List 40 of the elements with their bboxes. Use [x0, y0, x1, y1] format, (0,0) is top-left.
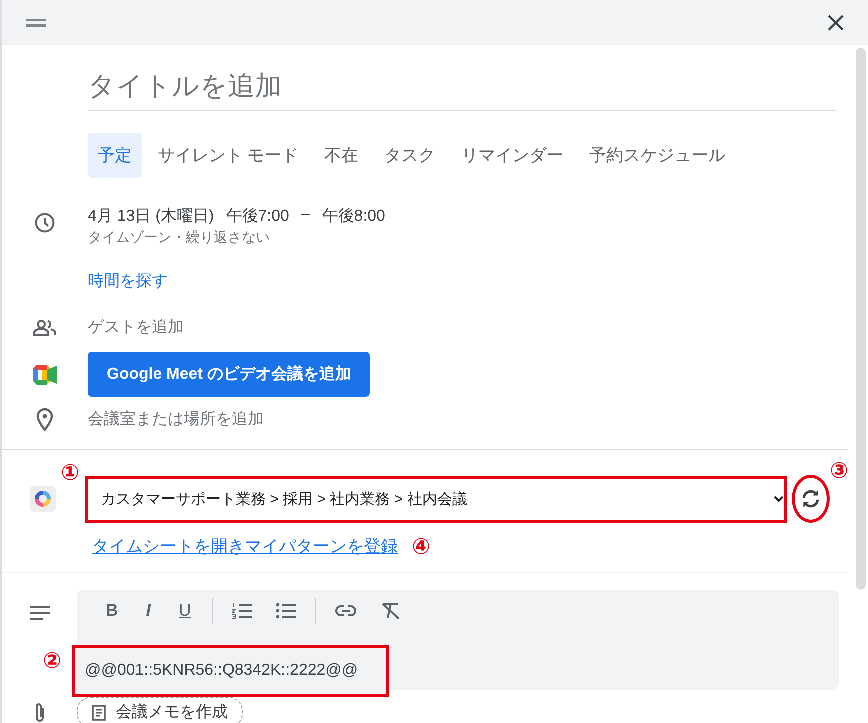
event-type-tab[interactable]: 不在: [314, 133, 369, 178]
event-type-tab[interactable]: サイレント モード: [148, 133, 309, 178]
scrollbar[interactable]: [856, 48, 866, 590]
clock-icon: [34, 212, 56, 234]
button-label: 会議メモを作成: [116, 702, 228, 723]
callout-number: ④: [412, 536, 431, 558]
find-time-link[interactable]: 時間を探す: [88, 271, 168, 292]
italic-button[interactable]: I: [139, 601, 158, 621]
video-camera-icon: [33, 364, 57, 384]
callout-number: ③: [830, 460, 849, 482]
people-icon: [33, 320, 57, 336]
timesheet-link[interactable]: タイムシートを開きマイパターンを登録: [92, 535, 398, 558]
description-icon: [30, 606, 50, 620]
event-type-tab[interactable]: 予定: [88, 133, 142, 178]
time-separator: –: [301, 206, 310, 225]
paperclip-icon: [34, 702, 46, 723]
numbered-list-icon[interactable]: [232, 602, 252, 620]
callout-number: ②: [43, 650, 62, 672]
event-type-tab[interactable]: リマインダー: [452, 133, 574, 178]
clear-format-icon[interactable]: [381, 602, 402, 620]
close-icon[interactable]: [828, 14, 844, 30]
location-pin-icon: [36, 408, 54, 432]
link-icon[interactable]: [335, 605, 358, 617]
callout-number: ①: [61, 462, 80, 484]
event-date[interactable]: 4月 13日 (木曜日): [88, 206, 214, 227]
add-meet-button[interactable]: Google Meet のビデオ会議を追加: [88, 352, 370, 397]
start-time[interactable]: 午後7:00: [226, 206, 290, 227]
drag-handle-icon[interactable]: [26, 18, 46, 26]
app-logo-icon: [30, 486, 56, 512]
bulleted-list-icon[interactable]: [276, 603, 296, 619]
event-type-tab[interactable]: タスク: [374, 133, 446, 178]
document-icon: [92, 704, 106, 720]
end-time[interactable]: 午後8:00: [322, 206, 386, 227]
create-notes-button[interactable]: 会議メモを作成: [77, 697, 243, 723]
underline-button[interactable]: U: [172, 601, 198, 621]
timezone-repeat-text[interactable]: タイムゾーン・繰り返さない: [88, 229, 386, 247]
refresh-icon[interactable]: [800, 488, 822, 510]
bold-button[interactable]: B: [99, 601, 126, 621]
description-text[interactable]: @@001::5KNR56::Q8342K::2222@@: [85, 662, 358, 680]
event-type-tab[interactable]: 予約スケジュール: [580, 133, 736, 178]
